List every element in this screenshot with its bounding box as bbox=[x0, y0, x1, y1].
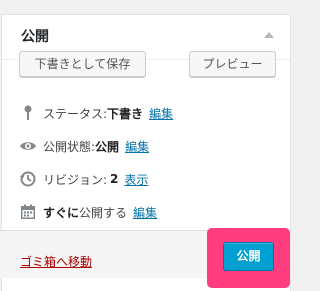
revision-row: リビジョン: 2 表示 bbox=[19, 170, 148, 188]
revision-view-link[interactable]: 表示 bbox=[124, 171, 148, 188]
revision-label: リビジョン: bbox=[43, 172, 108, 187]
revision-count: 2 bbox=[110, 172, 119, 186]
schedule-emphasis: すぐに bbox=[43, 205, 80, 220]
move-to-trash-link[interactable]: ゴミ箱へ移動 bbox=[20, 253, 92, 270]
visibility-edit-link[interactable]: 編集 bbox=[125, 138, 149, 155]
pin-icon bbox=[24, 105, 32, 120]
schedule-row: すぐに 公開する 編集 bbox=[19, 203, 157, 221]
status-row: ステータス: 下書き 編集 bbox=[19, 104, 173, 122]
schedule-label: 公開する bbox=[79, 205, 128, 220]
save-draft-button[interactable]: 下書きとして保存 bbox=[19, 51, 146, 77]
preview-button[interactable]: プレビュー bbox=[189, 51, 276, 77]
visibility-label: 公開状態: bbox=[43, 139, 96, 154]
publish-box-title: 公開 bbox=[21, 29, 49, 45]
status-edit-link[interactable]: 編集 bbox=[149, 105, 173, 122]
status-label: ステータス: bbox=[43, 106, 108, 121]
history-icon bbox=[20, 171, 36, 187]
collapse-toggle-icon[interactable] bbox=[264, 32, 274, 38]
eye-icon bbox=[20, 142, 36, 150]
visibility-value: 公開 bbox=[95, 139, 120, 154]
publish-button[interactable]: 公開 bbox=[223, 242, 274, 271]
status-value: 下書き bbox=[107, 106, 144, 121]
schedule-edit-link[interactable]: 編集 bbox=[133, 204, 157, 221]
calendar-icon bbox=[21, 204, 35, 219]
visibility-row: 公開状態: 公開 編集 bbox=[19, 137, 149, 155]
